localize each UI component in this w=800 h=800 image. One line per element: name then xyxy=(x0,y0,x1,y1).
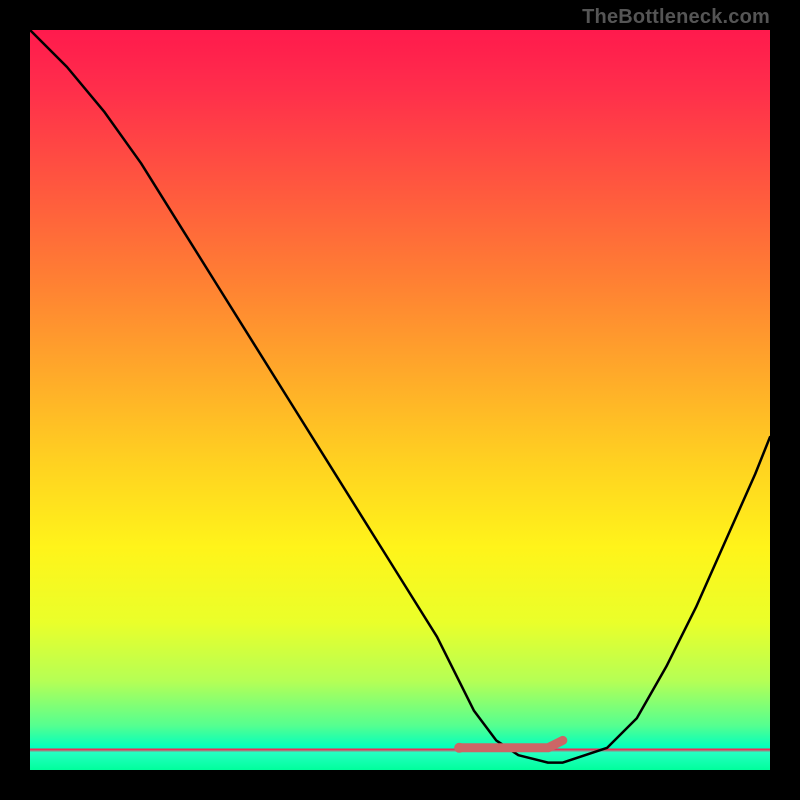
bottleneck-curve xyxy=(30,30,770,763)
flat-zone-marker xyxy=(459,740,563,747)
flat-zone-start-dot xyxy=(454,743,464,753)
attribution-text: TheBottleneck.com xyxy=(582,6,770,29)
curve-layer xyxy=(30,30,770,770)
plot-area xyxy=(30,30,770,770)
chart-frame: TheBottleneck.com xyxy=(0,0,800,800)
